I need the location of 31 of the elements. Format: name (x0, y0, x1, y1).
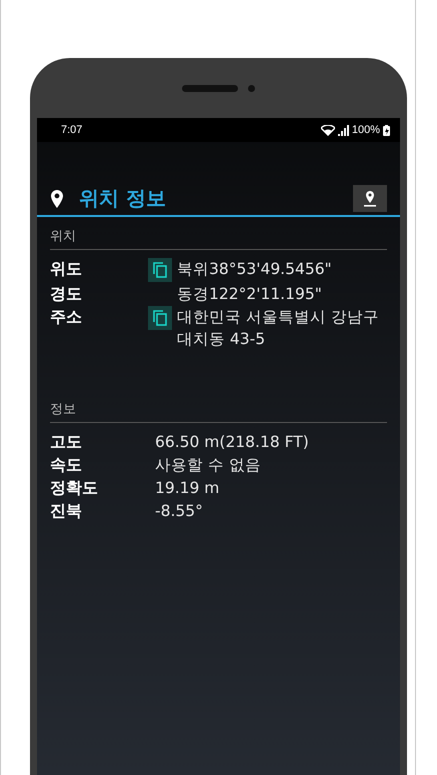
field-value: 대한민국 서울특별시 강남구 대치동 43-5 (177, 307, 380, 350)
copy-icon (153, 310, 167, 326)
battery-percent: 100% (352, 124, 380, 136)
field-label: 정확도 (50, 477, 99, 499)
copy-button[interactable] (148, 306, 172, 330)
field-value: 동경122°2'11.195" (177, 284, 323, 305)
field-value: 19.19 m (155, 478, 220, 499)
signal-icon (338, 124, 349, 136)
wifi-icon (320, 124, 335, 136)
section-header: 정보 (50, 400, 387, 423)
status-time: 7:07 (61, 124, 84, 136)
field-value: -8.55° (155, 501, 204, 522)
field-label: 경도 (50, 283, 83, 305)
map-pin-icon (363, 190, 377, 206)
location-pin-icon (51, 190, 63, 208)
field-label: 속도 (50, 454, 83, 476)
battery-icon (383, 124, 390, 136)
field-label: 위도 (50, 258, 83, 280)
copy-icon (153, 262, 167, 278)
copy-button[interactable] (148, 258, 172, 282)
camera-dot (248, 84, 255, 92)
speaker-slot (182, 84, 238, 92)
field-label: 고도 (50, 431, 83, 453)
field-label: 진북 (50, 500, 83, 522)
map-button[interactable] (353, 185, 387, 212)
section-header: 위치 (50, 227, 387, 250)
screen-title: 위치 정보 (79, 185, 167, 212)
field-value: 사용할 수 없음 (155, 455, 262, 476)
field-value: 북위38°53'49.5456" (177, 259, 333, 280)
field-value: 66.50 m(218.18 FT) (155, 432, 310, 453)
field-label: 주소 (50, 306, 83, 328)
